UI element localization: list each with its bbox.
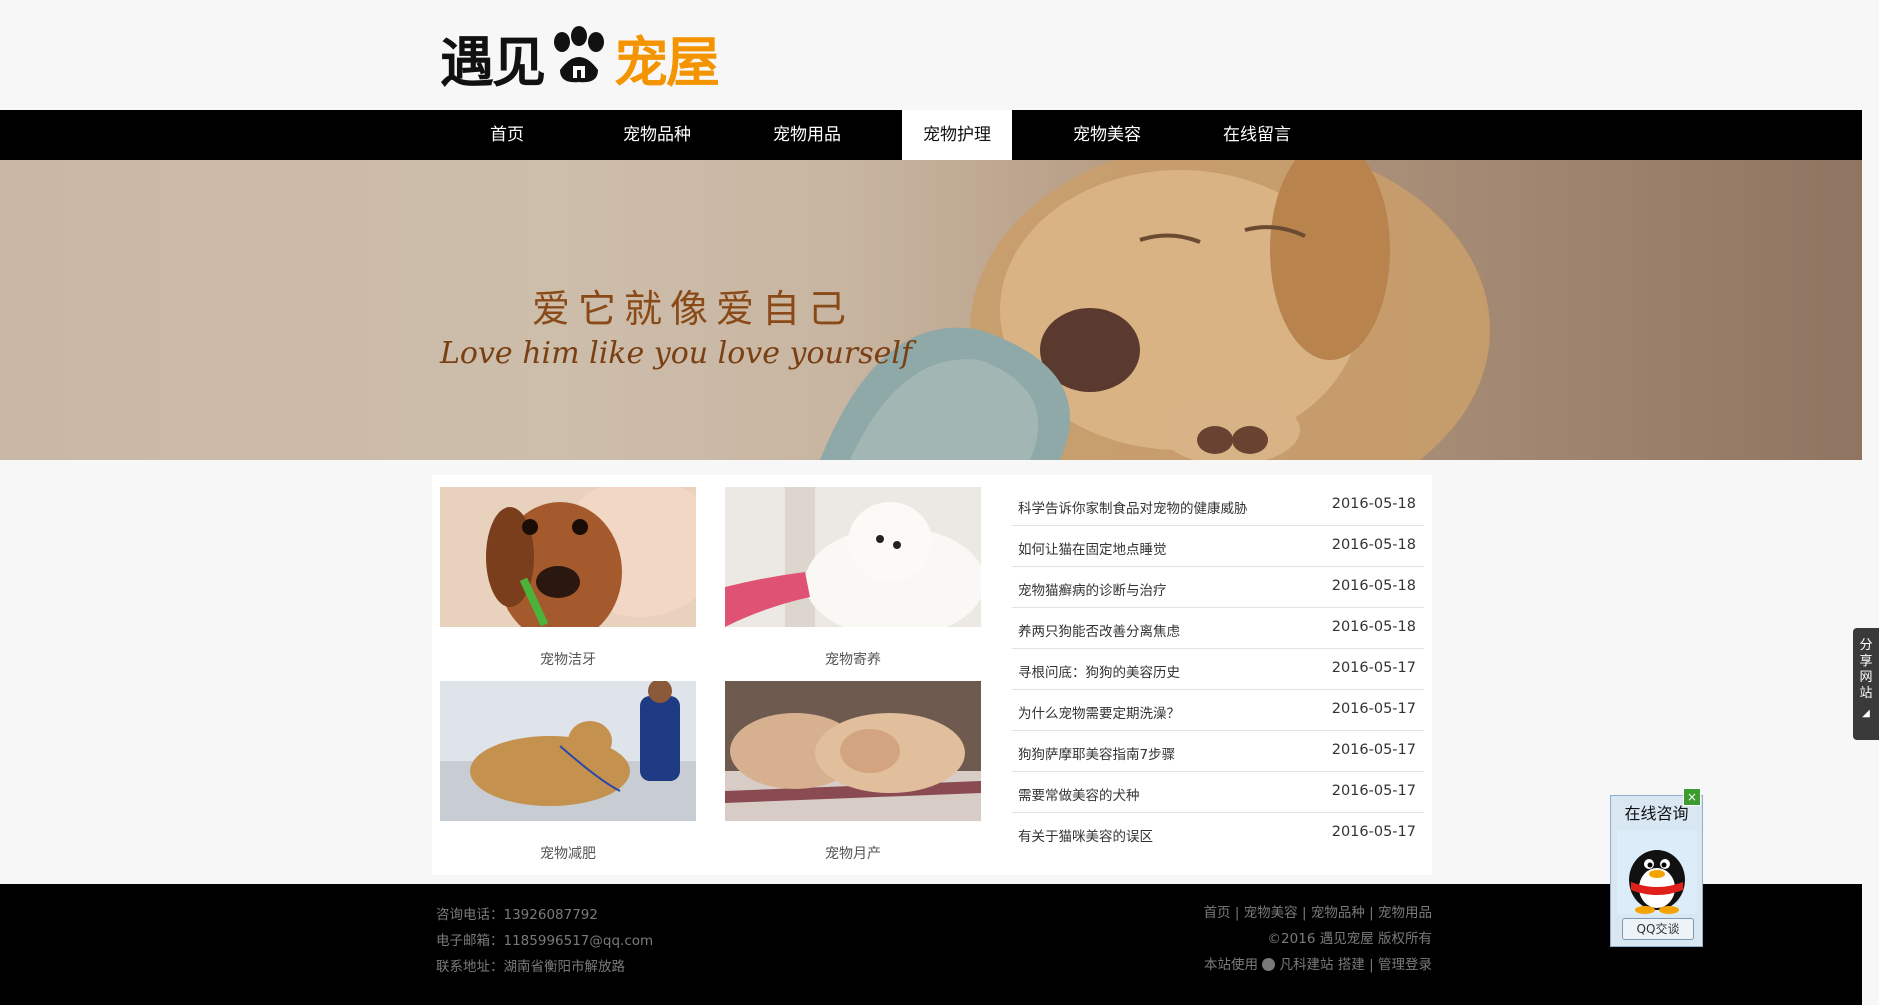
news-item[interactable]: 为什么宠物需要定期洗澡？ 2016-05-17 [1012,690,1424,731]
news-title: 狗狗萨摩耶美容指南7步骤 [1018,747,1176,763]
logo-text-part1: 遇见 [440,30,546,94]
logo-text-part2: 宠屋 [614,30,720,94]
footer-separator: | [1369,957,1374,973]
puppies-image [725,681,981,821]
news-title: 寻根问底：狗狗的美容历史 [1018,665,1180,681]
footer-link-home[interactable]: 首页 [1204,905,1231,921]
footer-separator: | [1301,905,1307,921]
footer-link-breeds[interactable]: 宠物品种 [1311,905,1365,921]
news-title: 科学告诉你家制食品对宠物的健康威胁 [1018,501,1248,517]
dog-teeth-image [440,487,696,627]
news-item[interactable]: 宠物猫癣病的诊断与治疗 2016-05-18 [1012,567,1424,608]
news-title: 有关于猫咪美容的误区 [1018,829,1153,845]
qq-chat-button[interactable]: QQ交谈 [1622,918,1694,940]
contact-address: 联系地址：湖南省衡阳市解放路 [436,959,625,975]
news-title: 养两只狗能否改善分离焦虑 [1018,624,1180,640]
nav-item-care[interactable]: 宠物护理 [902,110,1012,160]
hero-banner: 爱它就像爱自己 Love him like you love yourself [0,160,1862,460]
paw-icon [554,26,604,83]
nav-item-breeds[interactable]: 宠物品种 [582,110,732,160]
nav-item-message[interactable]: 在线留言 [1182,110,1332,160]
powered-prefix: 本站使用 [1203,957,1258,973]
nav-item-grooming[interactable]: 宠物美容 [1032,110,1182,160]
news-date: 2016-05-17 [1331,824,1416,840]
qq-penguin-icon [1617,830,1697,914]
news-item[interactable]: 有关于猫咪美容的误区 2016-05-17 [1012,813,1424,853]
news-title: 如何让猫在固定地点睡觉 [1018,542,1167,558]
copyright: ©2016 遇见宠屋 版权所有 [1267,931,1432,947]
fanke-logo-icon [1262,958,1276,971]
news-date: 2016-05-18 [1331,496,1416,512]
news-date: 2016-05-18 [1331,619,1416,635]
contact-email: 电子邮箱：1185996517@qq.com [436,933,654,949]
qq-consult-widget: × 在线咨询 QQ交谈 [1610,788,1703,947]
powered-suffix: 搭建 [1337,957,1365,973]
banner-title-cn: 爱它就像爱自己 [532,287,855,331]
share-site-tab[interactable]: 分享网站 ◢ [1853,628,1879,740]
dog-boarding-image [725,487,981,627]
news-date: 2016-05-17 [1331,783,1416,799]
main-content: 宠物洁牙 宠物寄养 宠物减肥 宠物月产 科学告诉你家制食品对宠物的健康威胁 20… [432,475,1432,875]
gallery-caption: 宠物寄养 [825,652,881,668]
banner-title-en: Love him like you love yourself [440,336,913,371]
gallery-card[interactable]: 宠物洁牙 [440,487,696,669]
gallery-card[interactable]: 宠物月产 [725,681,981,863]
news-title: 需要常做美容的犬种 [1018,788,1140,804]
news-item[interactable]: 养两只狗能否改善分离焦虑 2016-05-18 [1012,608,1424,649]
nav-item-supplies[interactable]: 宠物用品 [732,110,882,160]
gallery-caption: 宠物洁牙 [540,652,596,668]
qq-widget-title: 在线咨询 [1624,804,1689,823]
news-list: 科学告诉你家制食品对宠物的健康威胁 2016-05-18 如何让猫在固定地点睡觉… [1012,485,1424,853]
powered-brand-link[interactable]: 凡科建站 [1280,957,1334,973]
sleeping-puppy-image [820,160,1490,460]
news-item[interactable]: 寻根问底：狗狗的美容历史 2016-05-17 [1012,649,1424,690]
news-item[interactable]: 需要常做美容的犬种 2016-05-17 [1012,772,1424,813]
contact-phone: 咨询电话：13926087792 [436,907,598,923]
site-header: 遇见 宠屋 [0,0,1879,110]
news-title: 为什么宠物需要定期洗澡？ [1018,706,1180,722]
footer-links: 首页 | 宠物美容 | 宠物品种 | 宠物用品 ©2016 遇见宠屋 版权所有 … [1204,900,1432,978]
footer-link-grooming[interactable]: 宠物美容 [1244,905,1298,921]
dog-weight-loss-image [440,681,696,821]
news-title: 宠物猫癣病的诊断与治疗 [1018,583,1167,599]
contact-info: 咨询电话：13926087792 电子邮箱：1185996517@qq.com … [436,902,653,980]
news-item[interactable]: 狗狗萨摩耶美容指南7步骤 2016-05-17 [1012,731,1424,772]
admin-login-link[interactable]: 管理登录 [1378,957,1432,973]
gallery-card[interactable]: 宠物寄养 [725,487,981,669]
footer-separator: | [1234,905,1240,921]
share-tab-label: 分享网站 [1859,638,1873,701]
site-footer: 咨询电话：13926087792 电子邮箱：1185996517@qq.com … [0,884,1862,1005]
news-item[interactable]: 科学告诉你家制食品对宠物的健康威胁 2016-05-18 [1012,485,1424,526]
news-date: 2016-05-17 [1331,701,1416,717]
news-date: 2016-05-17 [1331,742,1416,758]
news-date: 2016-05-18 [1331,578,1416,594]
footer-link-supplies[interactable]: 宠物用品 [1378,905,1432,921]
news-item[interactable]: 如何让猫在固定地点睡觉 2016-05-18 [1012,526,1424,567]
footer-separator: | [1369,905,1374,921]
news-date: 2016-05-17 [1331,660,1416,676]
share-signal-icon: ◢ [1862,708,1870,719]
gallery-card[interactable]: 宠物减肥 [440,681,696,863]
news-date: 2016-05-18 [1331,537,1416,553]
gallery-caption: 宠物减肥 [540,846,596,862]
nav-item-home[interactable]: 首页 [432,110,582,160]
main-nav: 首页 宠物品种 宠物用品 宠物护理 宠物美容 在线留言 [0,110,1862,160]
gallery-caption: 宠物月产 [825,846,881,862]
site-logo[interactable]: 遇见 宠屋 [440,24,720,94]
